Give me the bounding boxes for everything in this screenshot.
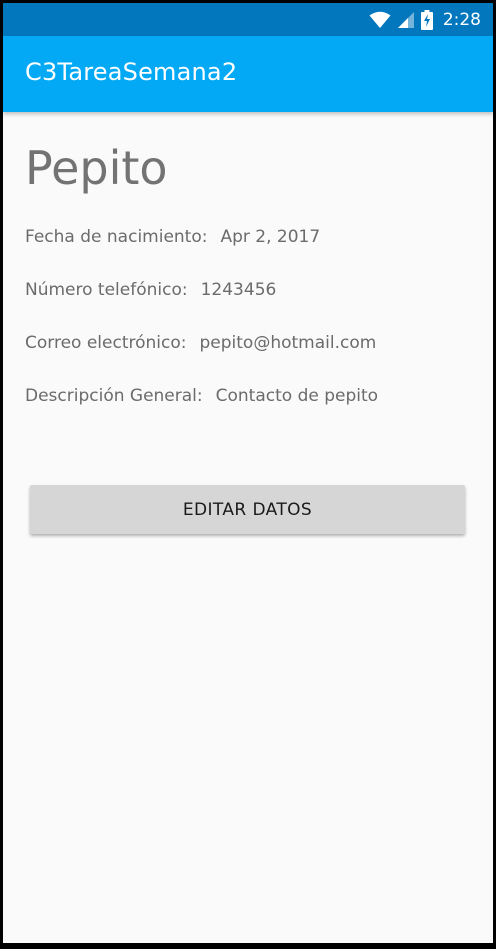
app-title: C3TareaSemana2 <box>25 58 238 86</box>
description-label: Descripción General: <box>25 386 203 406</box>
birth-date-value: Apr 2, 2017 <box>220 227 321 247</box>
phone-row: Número telefónico: 1243456 <box>25 280 276 300</box>
wifi-icon <box>369 11 391 29</box>
birth-date-row: Fecha de nacimiento: Apr 2, 2017 <box>25 227 320 247</box>
battery-charging-icon <box>420 9 433 30</box>
email-label: Correo electrónico: <box>25 333 187 353</box>
app-bar: C3TareaSemana2 <box>3 36 493 112</box>
description-value: Contacto de pepito <box>215 386 379 406</box>
signal-icon <box>397 11 415 29</box>
edit-data-button[interactable]: EDITAR DATOS <box>30 485 465 534</box>
status-icons: 2:28 <box>363 3 481 36</box>
device-screen: 2:28 C3TareaSemana2 Pepito Fecha de naci… <box>3 3 493 943</box>
status-bar: 2:28 <box>3 3 493 36</box>
email-value: pepito@hotmail.com <box>199 333 377 353</box>
email-row: Correo electrónico: pepito@hotmail.com <box>25 333 376 353</box>
phone-value: 1243456 <box>200 280 277 300</box>
status-clock: 2:28 <box>442 9 481 30</box>
contact-name: Pepito <box>25 141 168 195</box>
birth-date-label: Fecha de nacimiento: <box>25 227 208 247</box>
phone-label: Número telefónico: <box>25 280 188 300</box>
description-row: Descripción General: Contacto de pepito <box>25 386 378 406</box>
